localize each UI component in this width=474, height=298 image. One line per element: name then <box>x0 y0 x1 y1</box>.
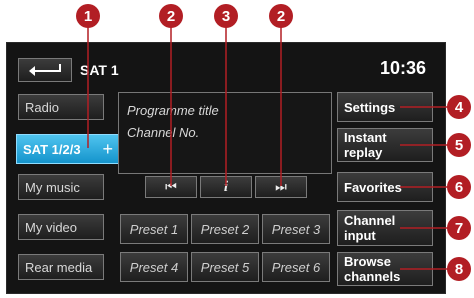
callout-badge: 1 <box>76 4 100 28</box>
callout-badge: 4 <box>447 95 471 119</box>
callout-badge: 2 <box>159 4 183 28</box>
callout-badge: 6 <box>447 175 471 199</box>
callout-badge: 5 <box>447 133 471 157</box>
callout-lines <box>87 16 458 270</box>
callout-badge: 2 <box>269 4 293 28</box>
callout-badge: 8 <box>447 257 471 281</box>
callout-badge: 3 <box>214 4 238 28</box>
callout-badge: 7 <box>447 216 471 240</box>
